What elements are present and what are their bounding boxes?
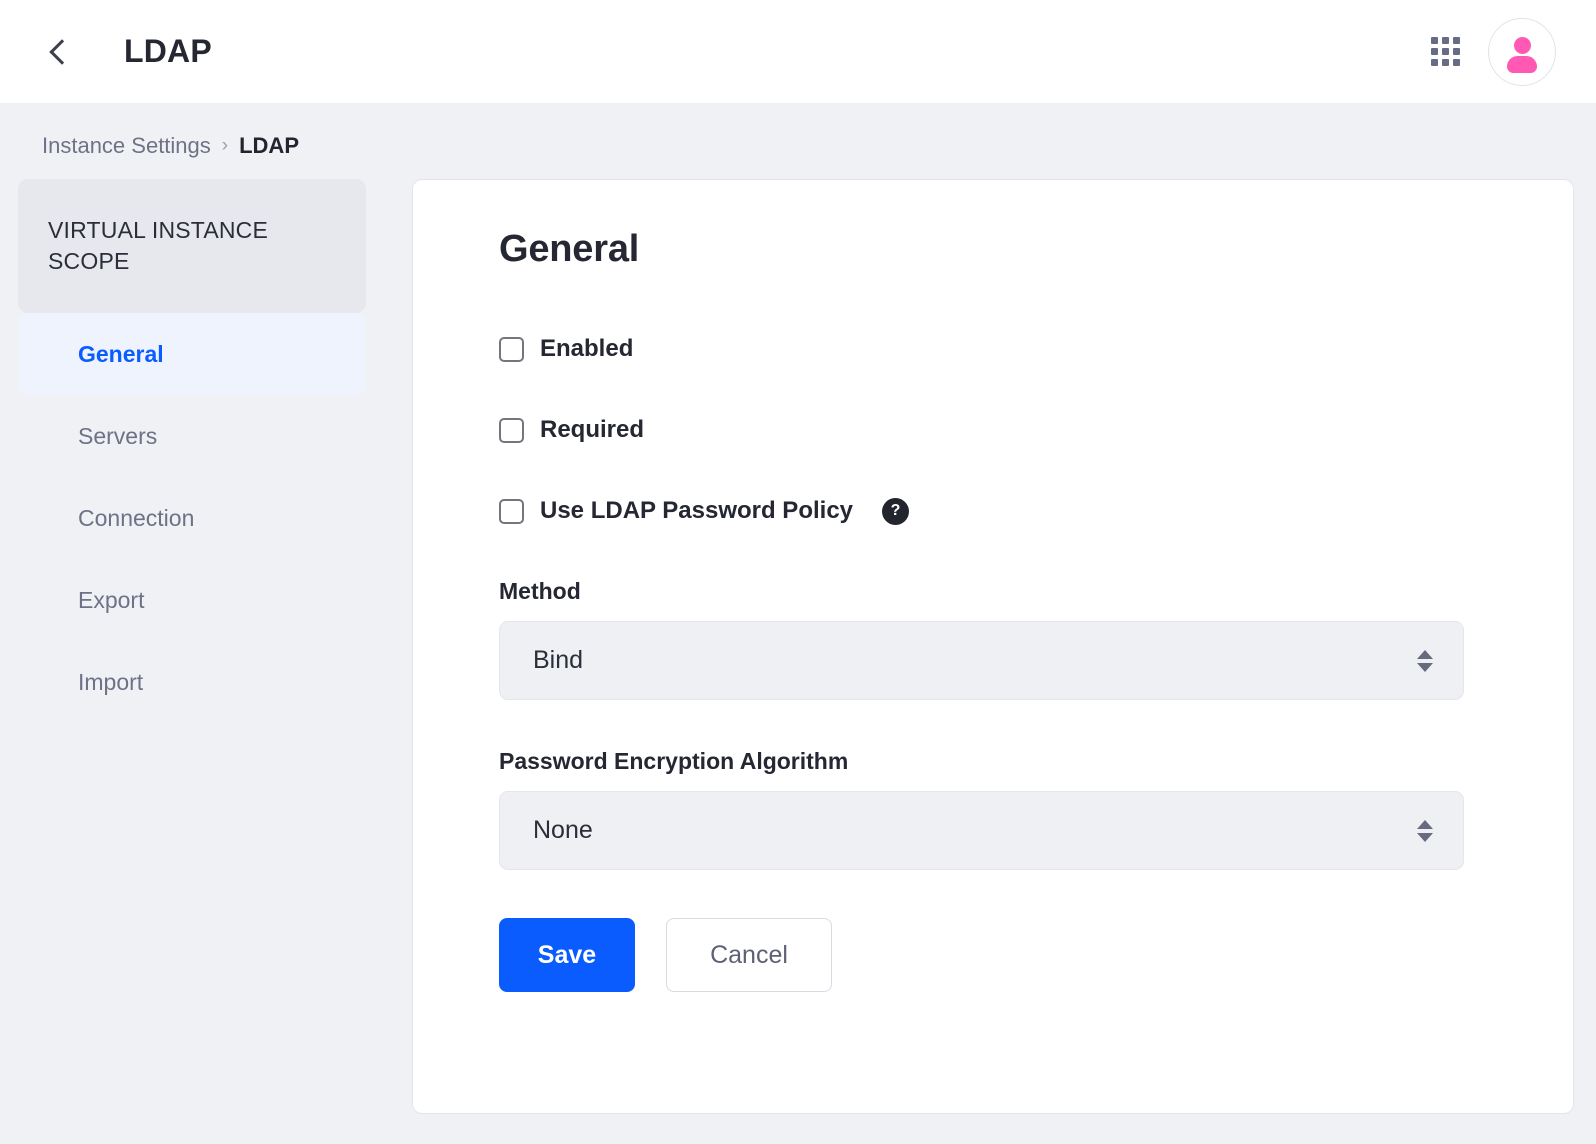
sidebar-item-connection[interactable]: Connection (18, 477, 366, 559)
required-label[interactable]: Required (540, 416, 644, 444)
save-button[interactable]: Save (499, 918, 635, 992)
apps-grid-icon[interactable] (1430, 37, 1460, 67)
page-title: LDAP (124, 33, 212, 69)
sidebar-item-label: Servers (78, 422, 158, 449)
checkbox-row-enabled: Enabled (499, 335, 1519, 363)
arrow-up-icon (1417, 649, 1433, 659)
general-settings-card: General Enabled Required Use LDAP Passwo… (412, 179, 1574, 1114)
method-field: Method Bind (499, 578, 1519, 700)
grid-dot (1430, 48, 1438, 55)
back-button[interactable] (38, 31, 80, 73)
sidebar-item-label: General (78, 340, 164, 367)
section-title: General (499, 228, 640, 270)
chevron-left-icon (49, 38, 75, 65)
help-icon[interactable]: ? (882, 497, 910, 525)
enabled-checkbox[interactable] (499, 336, 524, 362)
cancel-button[interactable]: Cancel (666, 918, 832, 992)
arrow-up-icon (1417, 819, 1433, 829)
grid-dot (1452, 48, 1460, 55)
top-header-bar: LDAP (0, 0, 1596, 103)
grid-dot (1430, 59, 1438, 66)
avatar-head (1513, 36, 1531, 54)
sidebar-item-general[interactable]: General (18, 313, 366, 396)
method-label: Method (499, 578, 581, 604)
sidebar-scope-header: VIRTUAL INSTANCE SCOPE (18, 179, 366, 314)
sidebar-item-servers[interactable]: Servers (18, 395, 366, 477)
breadcrumb-current: LDAP (239, 133, 299, 158)
use-ldap-password-policy-label[interactable]: Use LDAP Password Policy (540, 497, 853, 525)
page-body: VIRTUAL INSTANCE SCOPE General Servers C… (0, 159, 1596, 1114)
grid-dot (1441, 37, 1449, 44)
breadcrumb-instance-settings[interactable]: Instance Settings (42, 133, 211, 159)
breadcrumb: Instance Settings › LDAP (0, 103, 1596, 159)
grid-dot (1441, 59, 1449, 66)
sidebar-item-import[interactable]: Import (18, 641, 366, 723)
checkbox-row-required: Required (499, 416, 1519, 444)
grid-dot (1452, 37, 1460, 44)
method-select-value: Bind (533, 646, 584, 674)
password-encryption-algorithm-select[interactable]: None (499, 791, 1464, 870)
form-actions: Save Cancel (499, 918, 1519, 992)
settings-form: Enabled Required Use LDAP Password Polic… (499, 335, 1519, 992)
checkbox-row-use-ldap-password-policy: Use LDAP Password Policy ? (499, 497, 1519, 525)
sidebar-item-label: Connection (78, 504, 195, 531)
arrow-down-icon (1417, 832, 1433, 842)
use-ldap-password-policy-checkbox[interactable] (499, 498, 524, 524)
chevron-updown-icon (1417, 649, 1433, 672)
chevron-updown-icon (1417, 819, 1433, 842)
password-encryption-algorithm-field: Password Encryption Algorithm None (499, 748, 1519, 870)
enabled-label[interactable]: Enabled (540, 335, 633, 363)
user-avatar-icon[interactable] (1488, 17, 1556, 86)
password-encryption-algorithm-value: None (533, 816, 593, 844)
header-actions (1430, 17, 1556, 86)
sidebar-item-label: Export (78, 586, 145, 613)
grid-dot (1430, 37, 1438, 44)
avatar-body (1507, 55, 1537, 73)
sidebar-item-export[interactable]: Export (18, 559, 366, 641)
grid-dot (1441, 48, 1449, 55)
password-encryption-algorithm-label: Password Encryption Algorithm (499, 748, 849, 774)
method-select[interactable]: Bind (499, 621, 1464, 700)
grid-dot (1452, 59, 1460, 66)
breadcrumb-separator-icon: › (221, 135, 229, 156)
sidebar-item-label: Import (78, 668, 144, 695)
settings-sidebar: VIRTUAL INSTANCE SCOPE General Servers C… (18, 179, 366, 723)
required-checkbox[interactable] (499, 417, 524, 443)
arrow-down-icon (1417, 662, 1433, 672)
